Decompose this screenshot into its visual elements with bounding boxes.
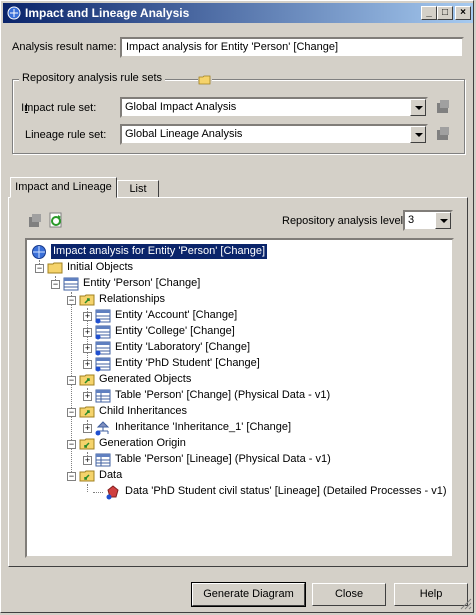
tree-node-label: Data	[99, 469, 123, 481]
lineage-ruleset-value: Global Lineage Analysis	[125, 128, 243, 140]
analysis-level-select[interactable]: 3	[403, 210, 453, 231]
inheritance-icon	[95, 421, 110, 436]
dialog-window: Impact and Lineage Analysis _ □ × Analys…	[0, 0, 474, 613]
expand-toggle[interactable]: +	[83, 424, 92, 433]
lineage-label-text: Lineage rule set:	[25, 129, 107, 141]
title-bar[interactable]: Impact and Lineage Analysis _ □ ×	[3, 3, 473, 23]
tree-node-label: Entity 'PhD Student' [Change]	[115, 357, 260, 369]
folder-link-icon	[79, 470, 95, 482]
close-button[interactable]: Close	[312, 583, 386, 606]
impact-dropdown-arrow[interactable]	[410, 99, 426, 116]
tree-root-label: Impact analysis for Entity 'Person' [Cha…	[51, 244, 268, 259]
folder-icon	[47, 262, 63, 274]
tree-node-label: Table 'Person' [Lineage] (Physical Data …	[115, 453, 331, 465]
collapse-toggle[interactable]: −	[51, 280, 60, 289]
entity-icon	[63, 277, 79, 291]
result-name-label: Analysis result name:	[12, 41, 117, 53]
impact-properties-icon[interactable]	[435, 98, 451, 114]
tree-node-label: Entity 'Person' [Change]	[83, 277, 201, 289]
collapse-toggle[interactable]: −	[67, 376, 76, 385]
refresh-icon[interactable]	[48, 212, 64, 228]
folder-link-icon	[79, 374, 95, 386]
lineage-properties-icon[interactable]	[435, 125, 451, 141]
globe-analysis-icon	[32, 245, 46, 259]
folder-icon[interactable]	[198, 74, 212, 86]
app-icon	[7, 6, 21, 20]
help-button[interactable]: Help	[394, 583, 468, 606]
tab-list[interactable]: List	[117, 180, 159, 198]
analysis-tree[interactable]: Impact analysis for Entity 'Person' [Cha…	[25, 238, 454, 558]
analysis-level-dropdown-arrow[interactable]	[435, 212, 451, 229]
ruleset-group-label: Repository analysis rule sets	[19, 72, 166, 84]
result-name-input[interactable]: Impact analysis for Entity 'Person' [Cha…	[120, 37, 464, 58]
expand-toggle[interactable]: +	[83, 344, 92, 353]
tree-node-label: Generated Objects	[99, 373, 192, 385]
impact-label-text: Impact rule set:	[21, 102, 97, 114]
collapse-toggle[interactable]: −	[67, 440, 76, 449]
tree-node-label: Child Inheritances	[99, 405, 188, 417]
impact-ruleset-value: Global Impact Analysis	[125, 101, 237, 113]
maximize-button[interactable]: □	[437, 6, 453, 20]
table-icon	[95, 389, 111, 403]
generate-diagram-button[interactable]: Generate Diagram	[191, 582, 306, 607]
tree-node-label: Relationships	[99, 293, 166, 305]
tree-node-label: Data 'PhD Student civil status' [Lineage…	[125, 485, 447, 497]
resize-grip-icon[interactable]	[460, 598, 472, 610]
entity-link-icon	[95, 325, 111, 340]
expand-toggle[interactable]: +	[83, 360, 92, 369]
impact-ruleset-select[interactable]: Global Impact Analysis	[120, 97, 428, 118]
lineage-dropdown-arrow[interactable]	[410, 126, 426, 143]
folder-link-icon	[79, 438, 95, 450]
collapse-toggle[interactable]: −	[67, 472, 76, 481]
lineage-ruleset-label: Lineage rule set:	[25, 129, 106, 141]
window-title: Impact and Lineage Analysis	[25, 6, 190, 20]
tree-node-label: Entity 'Account' [Change]	[115, 309, 238, 321]
expand-toggle[interactable]: +	[83, 312, 92, 321]
collapse-toggle[interactable]: −	[35, 264, 44, 273]
tree-node-label: Generation Origin	[99, 437, 186, 449]
analysis-level-label: Repository analysis level:	[282, 215, 407, 227]
data-item-icon	[106, 485, 119, 500]
collapse-toggle[interactable]: −	[67, 408, 76, 417]
tree-node-label: Entity 'Laboratory' [Change]	[115, 341, 251, 353]
lineage-ruleset-select[interactable]: Global Lineage Analysis	[120, 124, 428, 145]
tree-node-label: Entity 'College' [Change]	[115, 325, 235, 337]
tree-node-label: Inheritance 'Inheritance_1' [Change]	[115, 421, 292, 433]
impact-ruleset-label: IImpact rule set:	[21, 102, 97, 114]
analysis-level-value: 3	[408, 214, 415, 226]
entity-link-icon	[95, 309, 111, 324]
collapse-toggle[interactable]: −	[67, 296, 76, 305]
properties-icon[interactable]	[27, 212, 43, 228]
minimize-button[interactable]: _	[421, 6, 437, 20]
entity-link-icon	[95, 357, 111, 372]
close-window-button[interactable]: ×	[455, 6, 471, 20]
tree-node-label: Table 'Person' [Change] (Physical Data -…	[115, 389, 331, 401]
entity-link-icon	[95, 341, 111, 356]
folder-link-icon	[79, 406, 95, 418]
tree-node-label: Initial Objects	[67, 261, 134, 273]
tab-impact-lineage[interactable]: Impact and Lineage	[10, 177, 117, 198]
table-icon	[95, 453, 111, 467]
expand-toggle[interactable]: +	[83, 328, 92, 337]
expand-toggle[interactable]: +	[83, 392, 92, 401]
folder-link-icon	[79, 294, 95, 306]
expand-toggle[interactable]: +	[83, 456, 92, 465]
